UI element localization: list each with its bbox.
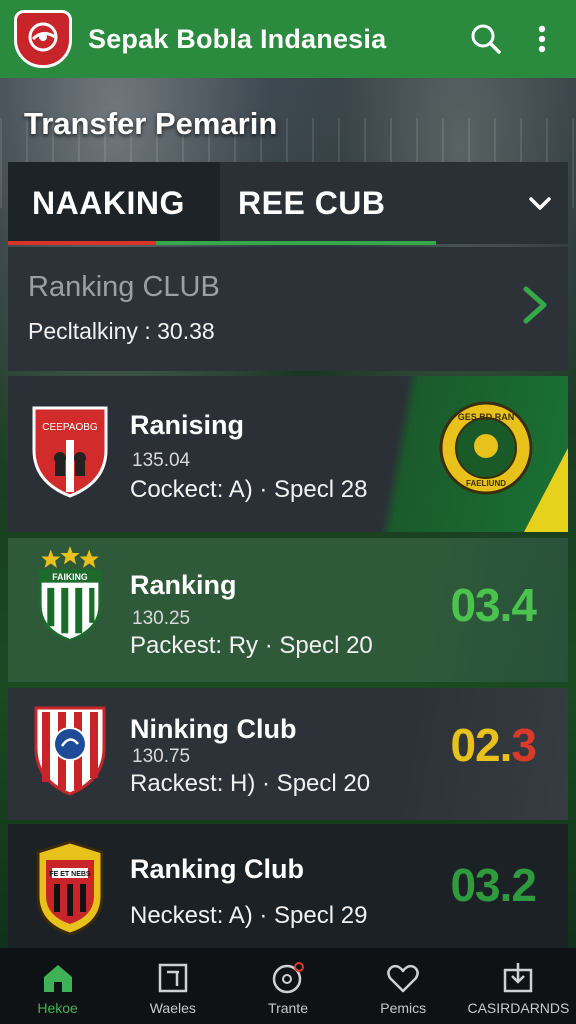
- nav-item-waeles[interactable]: Waeles: [115, 948, 230, 1024]
- tab-dropdown-button[interactable]: [512, 162, 568, 244]
- nav-label: CASIRDARNDS: [467, 1000, 570, 1016]
- club-date: 130.75: [132, 746, 191, 767]
- page-title: Transfer Pemarin: [24, 106, 278, 141]
- nav-item-home[interactable]: Hekoe: [0, 948, 115, 1024]
- club-row-1[interactable]: CEEPAOBG Ranising 135.04 Cockect: A) · S…: [8, 376, 568, 532]
- tab-bar: NAAKING REE CUB: [8, 162, 568, 244]
- search-button[interactable]: [466, 19, 506, 59]
- club-meta: Packest: Ry · Specl 20: [130, 632, 373, 659]
- home-icon: [43, 965, 72, 992]
- svg-text:FAELIUND: FAELIUND: [466, 479, 506, 488]
- club-score: 03.4: [450, 579, 537, 631]
- club-crest-icon: CEEPAOBG: [32, 406, 108, 498]
- tab-indicator-red: [8, 241, 156, 245]
- club-crest-icon: [34, 706, 106, 796]
- nav-item-casirdarnds[interactable]: CASIRDARNDS: [461, 948, 576, 1024]
- shield-logo-icon: [28, 22, 58, 52]
- square-frame-icon: [158, 963, 188, 993]
- ranking-summary-row[interactable]: Ranking CLUB Pecltalkiny : 30.38: [8, 247, 568, 371]
- nav-label: Hekoe: [37, 1000, 78, 1016]
- club-meta: Neckest: A) · Specl 29: [130, 902, 368, 929]
- tab-indicator-green: [156, 241, 436, 245]
- club-meta: Cockect: A) · Specl 28: [130, 476, 368, 503]
- club-score: 02.3: [450, 719, 537, 771]
- club-name: Ranking Club: [130, 854, 304, 884]
- club-crest-icon: FE ET NEBS: [36, 840, 104, 936]
- club-name: Ranising: [130, 410, 245, 440]
- search-icon: [471, 24, 501, 54]
- svg-text:CEEPAOBG: CEEPAOBG: [42, 422, 98, 433]
- svg-text:FE ET NEBS: FE ET NEBS: [49, 871, 91, 878]
- svg-text:FAIKING: FAIKING: [52, 572, 88, 582]
- club-row-2[interactable]: FAIKING Ranking 130.25 Packest: Ry · Spe…: [8, 538, 568, 682]
- download-box-icon: [504, 963, 533, 993]
- club-name: Ranking: [130, 570, 237, 600]
- chevron-right-icon: [523, 286, 547, 324]
- app-title: Sepak Bobla Indanesia: [88, 23, 387, 54]
- club-meta: Rackest: H) · Specl 20: [130, 770, 371, 797]
- club-emblem-icon: GES BD RAN FAELIUND: [439, 401, 533, 495]
- club-name: Ninking Club: [130, 714, 297, 744]
- overflow-menu-button[interactable]: [522, 19, 562, 59]
- club-score: 03.2: [450, 859, 537, 911]
- nav-item-trante[interactable]: Trante: [230, 948, 345, 1024]
- summary-title: Ranking CLUB: [28, 271, 220, 303]
- chevron-down-icon: [529, 197, 551, 210]
- app-bar: Sepak Bobla Indanesia: [0, 0, 576, 78]
- svg-text:GES BD RAN: GES BD RAN: [458, 412, 515, 422]
- app-logo[interactable]: [14, 10, 72, 68]
- summary-subtitle: Pecltalkiny : 30.38: [28, 318, 215, 344]
- club-row-4[interactable]: FE ET NEBS Ranking Club Neckest: A) · Sp…: [8, 824, 568, 948]
- accent-stripe: [524, 448, 568, 532]
- nav-item-pemics[interactable]: Pemics: [346, 948, 461, 1024]
- bottom-navigation: Hekoe Waeles Trante Pemics CASIRDARNDS: [0, 948, 576, 1024]
- ball-icon: [272, 962, 304, 994]
- tab-ree-cub[interactable]: REE CUB: [220, 162, 512, 244]
- club-crest-icon: FAIKING: [39, 546, 101, 642]
- nav-label: Waeles: [149, 1000, 196, 1016]
- heart-icon: [387, 964, 420, 993]
- more-vertical-icon: [538, 25, 546, 53]
- nav-label: Pemics: [380, 1000, 427, 1016]
- tab-naaking[interactable]: NAAKING: [8, 162, 220, 244]
- club-date: 135.04: [132, 450, 191, 471]
- nav-label: Trante: [268, 1000, 308, 1016]
- club-date: 130.25: [132, 608, 191, 629]
- club-row-3[interactable]: Ninking Club 130.75 Rackest: H) · Specl …: [8, 688, 568, 820]
